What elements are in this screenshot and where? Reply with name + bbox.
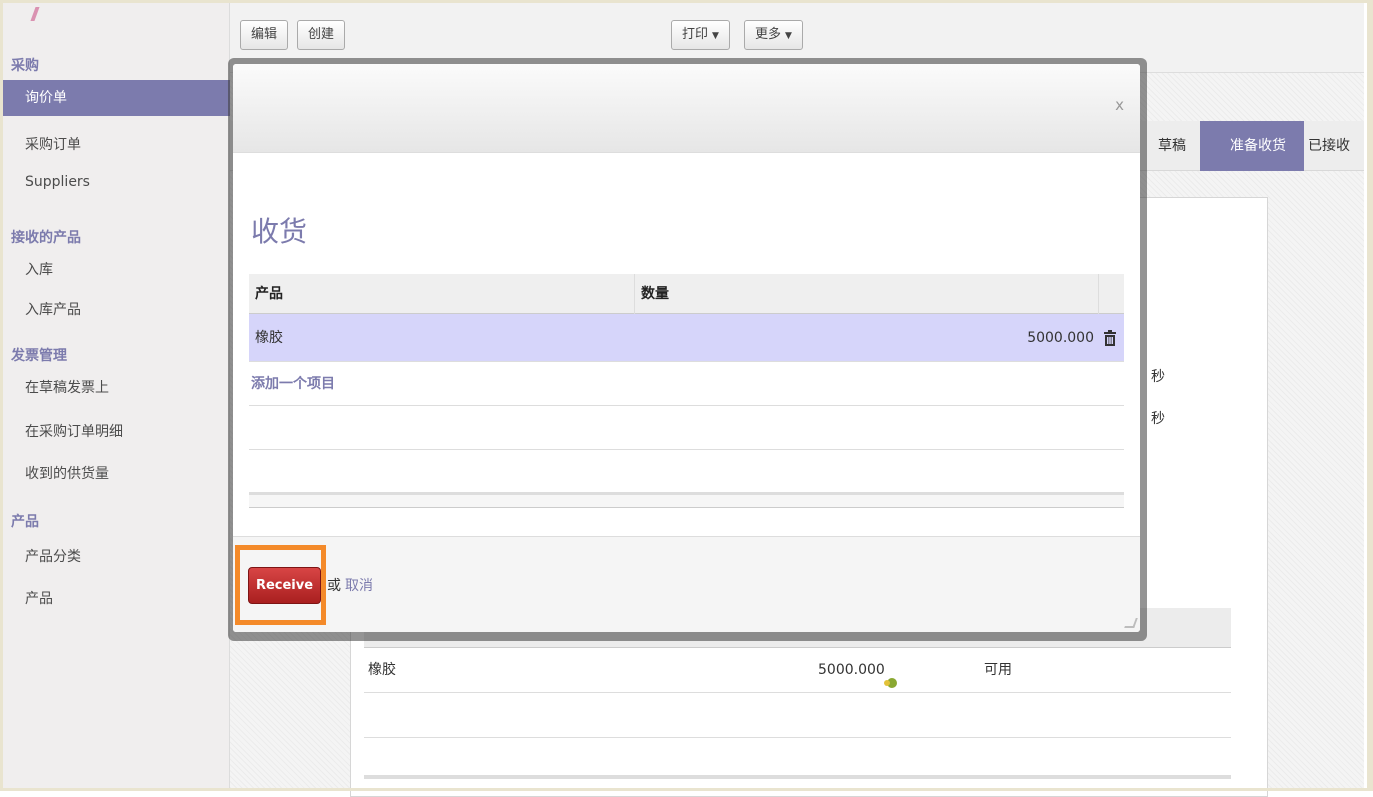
sidebar-item-suppliers[interactable]: Suppliers — [3, 164, 230, 200]
or-text: 或 — [327, 578, 341, 594]
create-button[interactable]: 创建 — [297, 20, 346, 50]
table-footer — [249, 492, 1124, 508]
dialog-title: 收货 — [251, 215, 308, 248]
more-label: 更多 — [755, 27, 782, 42]
modal-header: x — [233, 64, 1140, 153]
chevron-down-icon: ▼ — [712, 31, 719, 41]
sidebar-item-products[interactable]: 产品 — [3, 581, 230, 617]
sidebar-item-rfq[interactable]: 询价单 — [3, 80, 230, 116]
sidebar-item-incoming[interactable]: 入库 — [3, 252, 230, 288]
column-quantity[interactable]: 数量 — [641, 274, 669, 314]
sidebar-section-invoicing: 发票管理 — [11, 348, 67, 364]
trash-icon[interactable] — [1104, 330, 1116, 346]
column-divider — [634, 274, 635, 314]
sidebar: 采购 询价单 采购订单 Suppliers 接收的产品 入库 入库产品 发票管理… — [3, 3, 230, 788]
more-button[interactable]: 更多 ▼ — [744, 20, 803, 50]
sidebar-section-purchase: 采购 — [11, 58, 39, 74]
line-product[interactable]: 橡胶 — [255, 314, 283, 362]
sidebar-item-received-quantities[interactable]: 收到的供货量 — [3, 456, 230, 492]
partial-text-1: 秒 — [1151, 369, 1165, 385]
print-label: 打印 — [682, 27, 709, 42]
edit-button[interactable]: 编辑 — [240, 20, 289, 50]
sidebar-section-products: 产品 — [11, 514, 39, 530]
stage-draft[interactable]: 草稿 — [1158, 121, 1186, 171]
receive-dialog: x 收货 产品 数量 橡胶 5000.000 添加一个项目 Receive 或 … — [233, 64, 1140, 632]
print-button[interactable]: 打印 ▼ — [671, 20, 730, 50]
sidebar-item-incoming-products[interactable]: 入库产品 — [3, 292, 230, 328]
add-item-link[interactable]: 添加一个项目 — [251, 362, 335, 406]
close-icon[interactable]: x — [1115, 96, 1124, 114]
stage-ready-to-receive[interactable]: 准备收货 — [1200, 121, 1304, 171]
modal-footer: Receive 或 取消 — [233, 536, 1140, 632]
column-product[interactable]: 产品 — [255, 274, 283, 314]
table-row: 橡胶 5000.000 可用 — [364, 648, 1231, 693]
sidebar-item-po-lines[interactable]: 在采购订单明细 — [3, 414, 230, 450]
add-item-row: 添加一个项目 — [249, 362, 1124, 406]
sidebar-item-product-categories[interactable]: 产品分类 — [3, 539, 230, 575]
row-status: 可用 — [984, 662, 1012, 678]
sidebar-section-incoming: 接收的产品 — [11, 230, 81, 246]
row-quantity: 5000.000 — [818, 662, 885, 678]
partial-text-2: 秒 — [1151, 411, 1165, 427]
empty-row — [249, 406, 1124, 450]
table-row — [364, 693, 1231, 738]
line-quantity[interactable]: 5000.000 — [1027, 314, 1094, 362]
cancel-link[interactable]: 取消 — [345, 575, 373, 595]
table-footer — [364, 775, 1231, 779]
empty-row — [249, 450, 1124, 492]
sidebar-item-purchase-orders[interactable]: 采购订单 — [3, 127, 230, 163]
stage-received[interactable]: 已接收 — [1308, 121, 1350, 171]
sidebar-item-draft-invoices[interactable]: 在草稿发票上 — [3, 370, 230, 406]
resize-handle[interactable] — [1124, 618, 1138, 628]
table-row[interactable]: 橡胶 5000.000 — [249, 314, 1124, 362]
receive-button[interactable]: Receive — [248, 567, 321, 604]
chevron-down-icon: ▼ — [785, 31, 792, 41]
column-divider — [1098, 274, 1099, 314]
table-header: 产品 数量 — [249, 274, 1124, 314]
forecast-icon — [882, 663, 898, 688]
row-product: 橡胶 — [368, 662, 396, 678]
logo-mark — [30, 7, 40, 21]
